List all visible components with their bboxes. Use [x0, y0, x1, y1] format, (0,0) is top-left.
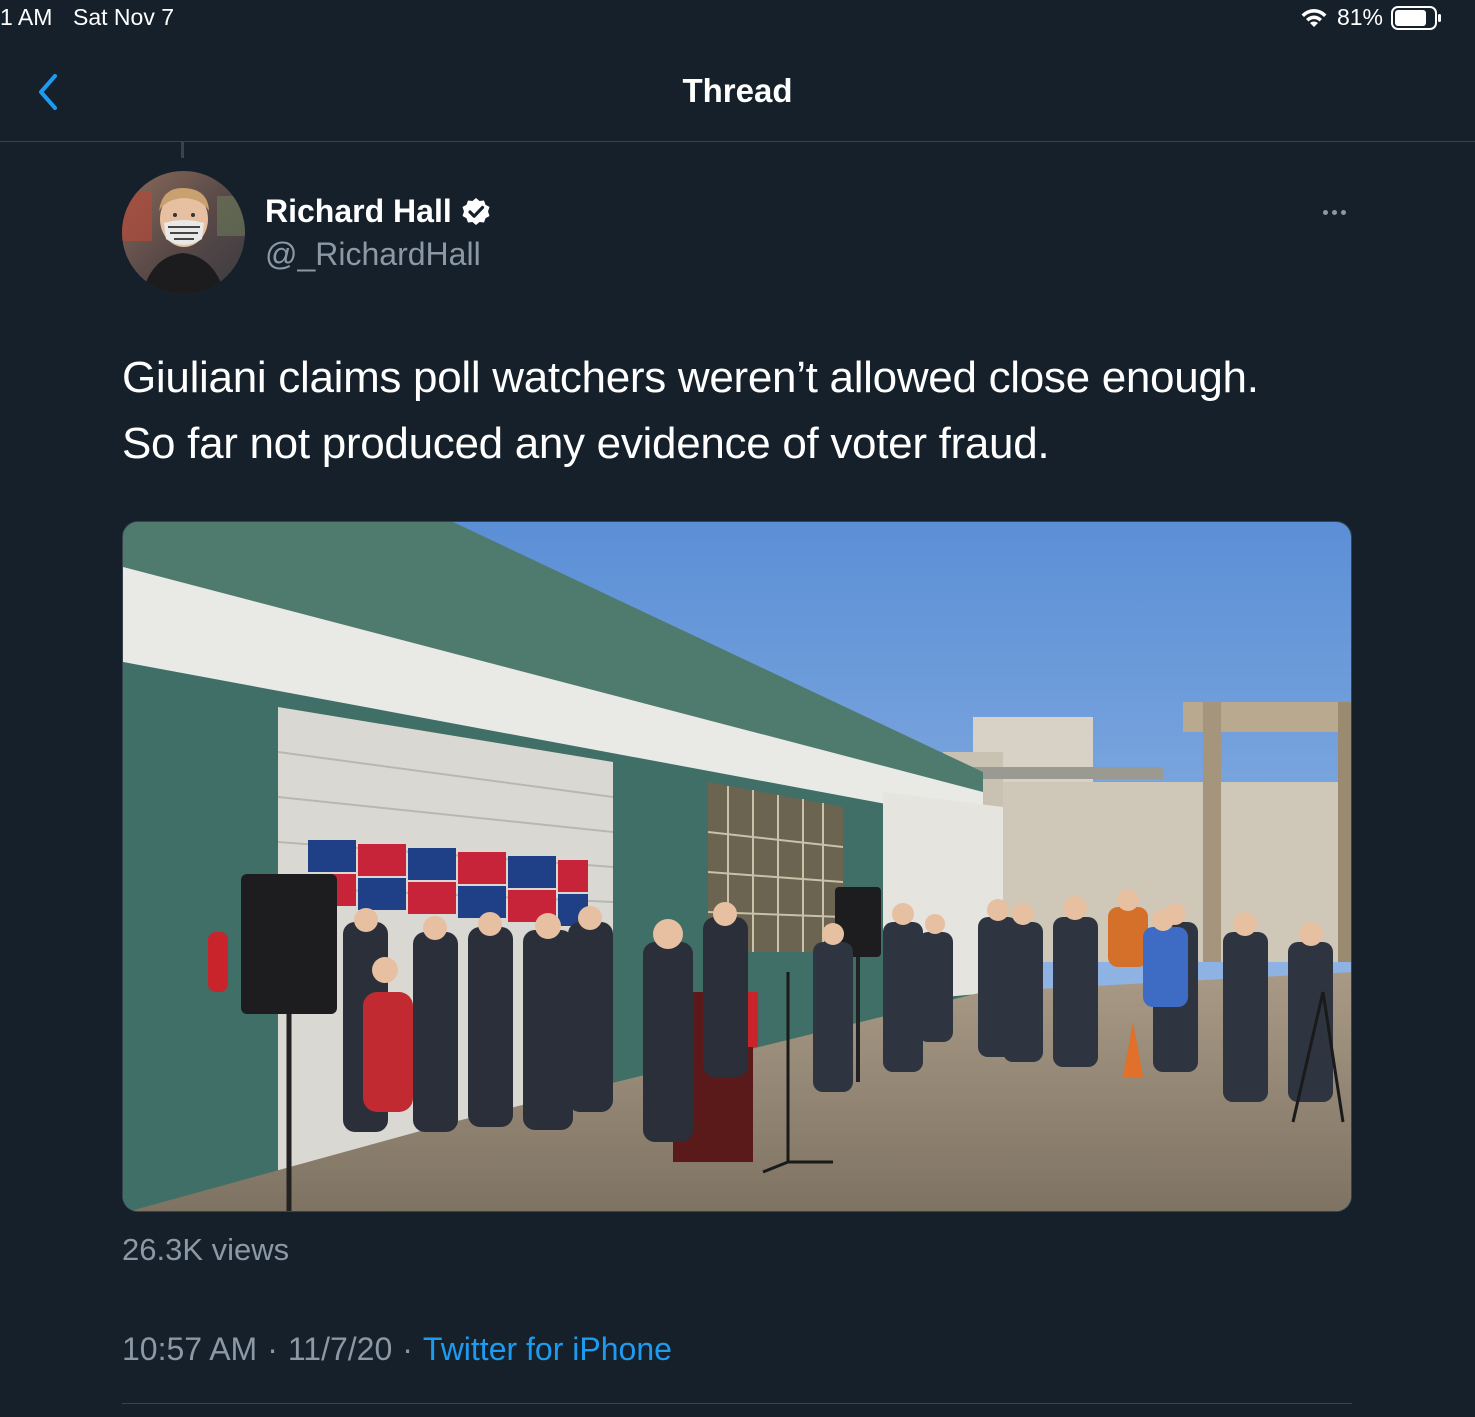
more-options-button[interactable]	[1316, 198, 1352, 226]
author-handle[interactable]: @_RichardHall	[265, 236, 481, 273]
author-name[interactable]: Richard Hall	[265, 193, 492, 230]
divider	[122, 1403, 1352, 1404]
tweet-date: 11/7/20	[287, 1331, 393, 1367]
tweet-meta: 10:57 AM · 11/7/20 · Twitter for iPhone	[122, 1331, 672, 1368]
tweet-text-line: So far not produced any evidence of vote…	[122, 419, 1050, 468]
nav-bar: Thread	[0, 36, 1475, 142]
status-date: Sat Nov 7	[73, 4, 174, 30]
wifi-icon	[1301, 8, 1327, 27]
tweet-video[interactable]	[122, 521, 1352, 1212]
meta-separator: ·	[402, 1331, 413, 1367]
status-time: 1 AM	[0, 4, 53, 30]
status-bar: 1 AM Sat Nov 7 81%	[0, 0, 1475, 36]
tweet-source-link[interactable]: Twitter for iPhone	[423, 1331, 672, 1367]
meta-separator: ·	[267, 1331, 278, 1367]
more-dot	[1331, 209, 1337, 215]
battery-icon	[1391, 5, 1441, 30]
more-dot	[1322, 209, 1328, 215]
tweet-text-line: Giuliani claims poll watchers weren’t al…	[122, 353, 1259, 402]
verified-badge-icon	[462, 197, 490, 225]
video-frame	[123, 522, 1351, 1211]
thread-connector-line	[181, 142, 184, 158]
view-count: 26.3K views	[122, 1232, 290, 1267]
tweet-text: Giuliani claims poll watchers weren’t al…	[122, 345, 1362, 477]
status-indicators: 81%	[1299, 4, 1443, 31]
more-dot	[1340, 209, 1346, 215]
battery-percent: 81%	[1336, 4, 1383, 30]
author-name-label: Richard Hall	[265, 193, 452, 229]
page-title: Thread	[682, 72, 793, 109]
avatar[interactable]	[122, 171, 245, 294]
tweet-time: 10:57 AM	[122, 1331, 258, 1367]
